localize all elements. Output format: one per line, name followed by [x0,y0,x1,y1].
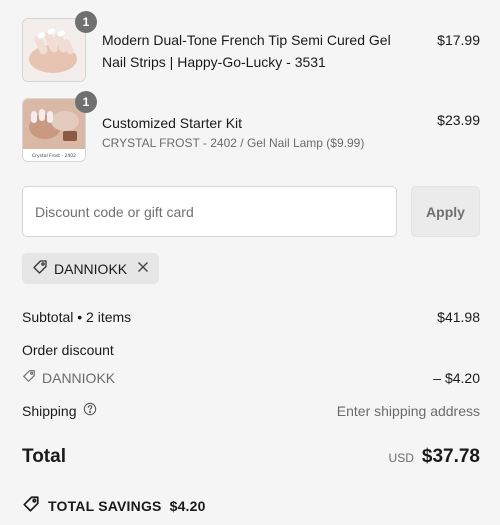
tag-icon [32,259,48,278]
product-thumbnail: Crystal Frost - 2402 1 [22,91,97,162]
discount-value: – $4.20 [433,369,480,386]
savings-value: $4.20 [169,497,206,514]
currency-code: USD [388,451,414,465]
tag-icon [22,369,36,386]
product-title: Modern Dual-Tone French Tip Semi Cured G… [102,29,391,73]
total-value: $37.78 [421,446,480,467]
line-item: 1 Modern Dual-Tone French Tip Semi Cured… [22,11,480,82]
product-title-line-2: Nail Strips | Happy-Go-Lucky - 3531 [102,54,326,70]
shipping-label-wrap: Shipping [22,402,97,419]
product-variant: CRYSTAL FROST - 2402 / Gel Nail Lamp ($9… [102,136,365,150]
help-circle-icon[interactable] [83,402,97,419]
quantity-badge: 1 [75,91,97,113]
applied-discount-tag: DANNIOKK [22,253,160,284]
order-discount-label: Order discount [22,342,114,358]
apply-discount-button[interactable]: Apply [411,186,480,237]
product-title-line-1: Modern Dual-Tone French Tip Semi Cured G… [102,32,391,48]
product-image [23,19,85,81]
subtotal-value: $41.98 [437,309,480,325]
total-amount-wrap: USD $37.78 [389,446,480,468]
shipping-label: Shipping [22,402,77,419]
product-price: $17.99 [437,32,480,48]
close-icon[interactable] [137,260,149,277]
order-discount-row: Order discount [22,342,480,358]
product-image: Crystal Frost - 2402 [23,99,85,161]
product-price: $23.99 [437,112,480,128]
product-image-caption: Crystal Frost - 2402 [32,153,76,159]
subtotal-row: Subtotal • 2 items $41.98 [22,309,480,325]
line-item: Crystal Frost - 2402 1 Customized Starte… [22,91,480,162]
shipping-value: Enter shipping address [336,402,480,419]
total-label: Total [22,446,66,467]
subtotal-label: Subtotal • 2 items [22,309,132,325]
applied-discount-code: DANNIOKK [54,260,128,277]
savings-label: TOTAL SAVINGS [48,497,162,514]
total-savings: TOTAL SAVINGS $4.20 [22,495,206,516]
product-title: Customized Starter Kit [102,115,243,131]
discount-code-info: DANNIOKK [22,369,115,386]
discount-code-row: DANNIOKK – $4.20 [22,369,480,386]
discount-code-input[interactable] [22,186,397,237]
product-thumbnail: 1 [22,11,97,82]
quantity-badge: 1 [75,11,97,33]
discount-code-label: DANNIOKK [42,369,116,386]
savings-tag-icon [22,495,40,516]
total-row: Total USD $37.78 [22,446,480,468]
shipping-row: Shipping Enter shipping address [22,402,480,419]
